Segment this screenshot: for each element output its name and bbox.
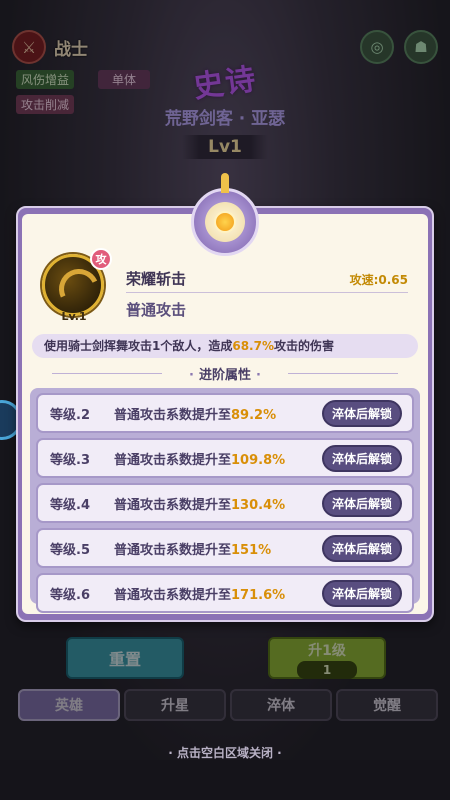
rarity-label: 史诗: [191, 61, 260, 106]
hero-title-area: 史诗 荒野剑客 · 亚瑟 Lv1: [0, 58, 450, 159]
advanced-attributes-list: 等级.2 普通攻击系数提升至89.2% 淬体后解锁 等级.3 普通攻击系数提升至…: [30, 388, 420, 613]
row-level: 等级.5: [50, 542, 90, 558]
description-suffix: 攻击的伤害: [274, 339, 335, 353]
row-description: 普通攻击系数提升至89.2%: [114, 404, 276, 423]
tab-hero[interactable]: 英雄: [18, 689, 120, 721]
row-text: 普通攻击系数提升至: [114, 452, 232, 468]
row-text: 普通攻击系数提升至: [114, 497, 232, 513]
emblem-spike: [221, 173, 229, 193]
row-description: 普通攻击系数提升至130.4%: [114, 494, 285, 513]
bottom-nav: [0, 760, 450, 800]
description-prefix: 使用骑士剑挥舞攻击1个敌人，造成: [44, 339, 233, 353]
skill-description: 使用骑士剑挥舞攻击1个敌人，造成68.7%攻击的伤害: [32, 334, 418, 358]
advanced-attributes-header: · 进阶属性 ·: [22, 364, 428, 383]
row-level: 等级.6: [50, 587, 90, 603]
unlock-button[interactable]: 淬体后解锁: [322, 535, 402, 562]
list-item: 等级.2 普通攻击系数提升至89.2% 淬体后解锁: [36, 393, 414, 433]
row-level: 等级.2: [50, 407, 90, 423]
advanced-header-label: 进阶属性: [198, 368, 251, 383]
row-level: 等级.4: [50, 497, 90, 513]
attack-speed: 攻速:0.65: [349, 273, 408, 287]
emblem-core: [214, 211, 236, 233]
divider: [126, 292, 408, 293]
row-description: 普通攻击系数提升至151%: [114, 539, 271, 558]
unlock-button[interactable]: 淬体后解锁: [322, 400, 402, 427]
skill-name: 荣耀斩击: [126, 270, 187, 288]
tab-star-up[interactable]: 升星: [124, 689, 226, 721]
hero-tabs: 英雄 升星 淬体 觉醒: [18, 689, 438, 723]
header-dot: ·: [256, 368, 261, 383]
row-description: 普通攻击系数提升至171.6%: [114, 584, 285, 603]
upgrade-button[interactable]: 升1级 1: [268, 637, 386, 679]
upgrade-label: 升1级: [308, 643, 346, 659]
attack-badge: 攻: [90, 248, 112, 270]
row-value: 171.6%: [231, 587, 286, 603]
reset-button[interactable]: 重置: [66, 637, 184, 679]
row-value: 151%: [231, 542, 272, 558]
list-item: 等级.3 普通攻击系数提升至109.8% 淬体后解锁: [36, 438, 414, 478]
unlock-button[interactable]: 淬体后解锁: [322, 580, 402, 607]
row-text: 普通攻击系数提升至: [114, 407, 232, 423]
list-item: 等级.6 普通攻击系数提升至171.6% 淬体后解锁: [36, 573, 414, 613]
skill-type: 普通攻击: [126, 301, 187, 319]
upgrade-cost: 1: [297, 661, 357, 679]
sun-emblem-icon: [191, 173, 259, 256]
list-item: 等级.5 普通攻击系数提升至151% 淬体后解锁: [36, 528, 414, 568]
close-hint[interactable]: · 点击空白区域关闭 ·: [0, 744, 450, 761]
skill-dialog: 攻 Lv.1 荣耀斩击 攻速:0.65 普通攻击 使用骑士剑挥舞攻击1个敌人，造…: [16, 173, 434, 622]
row-description: 普通攻击系数提升至109.8%: [114, 449, 285, 468]
role-name: 战士: [54, 39, 88, 60]
row-text: 普通攻击系数提升至: [114, 542, 232, 558]
hero-level: Lv1: [182, 135, 268, 159]
tab-temper[interactable]: 淬体: [230, 689, 332, 721]
row-text: 普通攻击系数提升至: [114, 587, 232, 603]
row-level: 等级.3: [50, 452, 90, 468]
dialog-body: 攻 Lv.1 荣耀斩击 攻速:0.65 普通攻击 使用骑士剑挥舞攻击1个敌人，造…: [22, 214, 428, 614]
skill-summary: 攻 Lv.1 荣耀斩击 攻速:0.65 普通攻击: [40, 248, 408, 334]
description-value: 68.7%: [232, 339, 274, 353]
header-dot: ·: [189, 368, 194, 383]
unlock-button[interactable]: 淬体后解锁: [322, 490, 402, 517]
row-value: 89.2%: [231, 407, 277, 423]
skill-level: Lv.1: [61, 310, 87, 323]
tab-awaken[interactable]: 觉醒: [336, 689, 438, 721]
hero-name: 荒野剑客 · 亚瑟: [164, 109, 286, 129]
list-item: 等级.4 普通攻击系数提升至130.4% 淬体后解锁: [36, 483, 414, 523]
unlock-button[interactable]: 淬体后解锁: [322, 445, 402, 472]
row-value: 109.8%: [231, 452, 286, 468]
row-value: 130.4%: [231, 497, 286, 513]
